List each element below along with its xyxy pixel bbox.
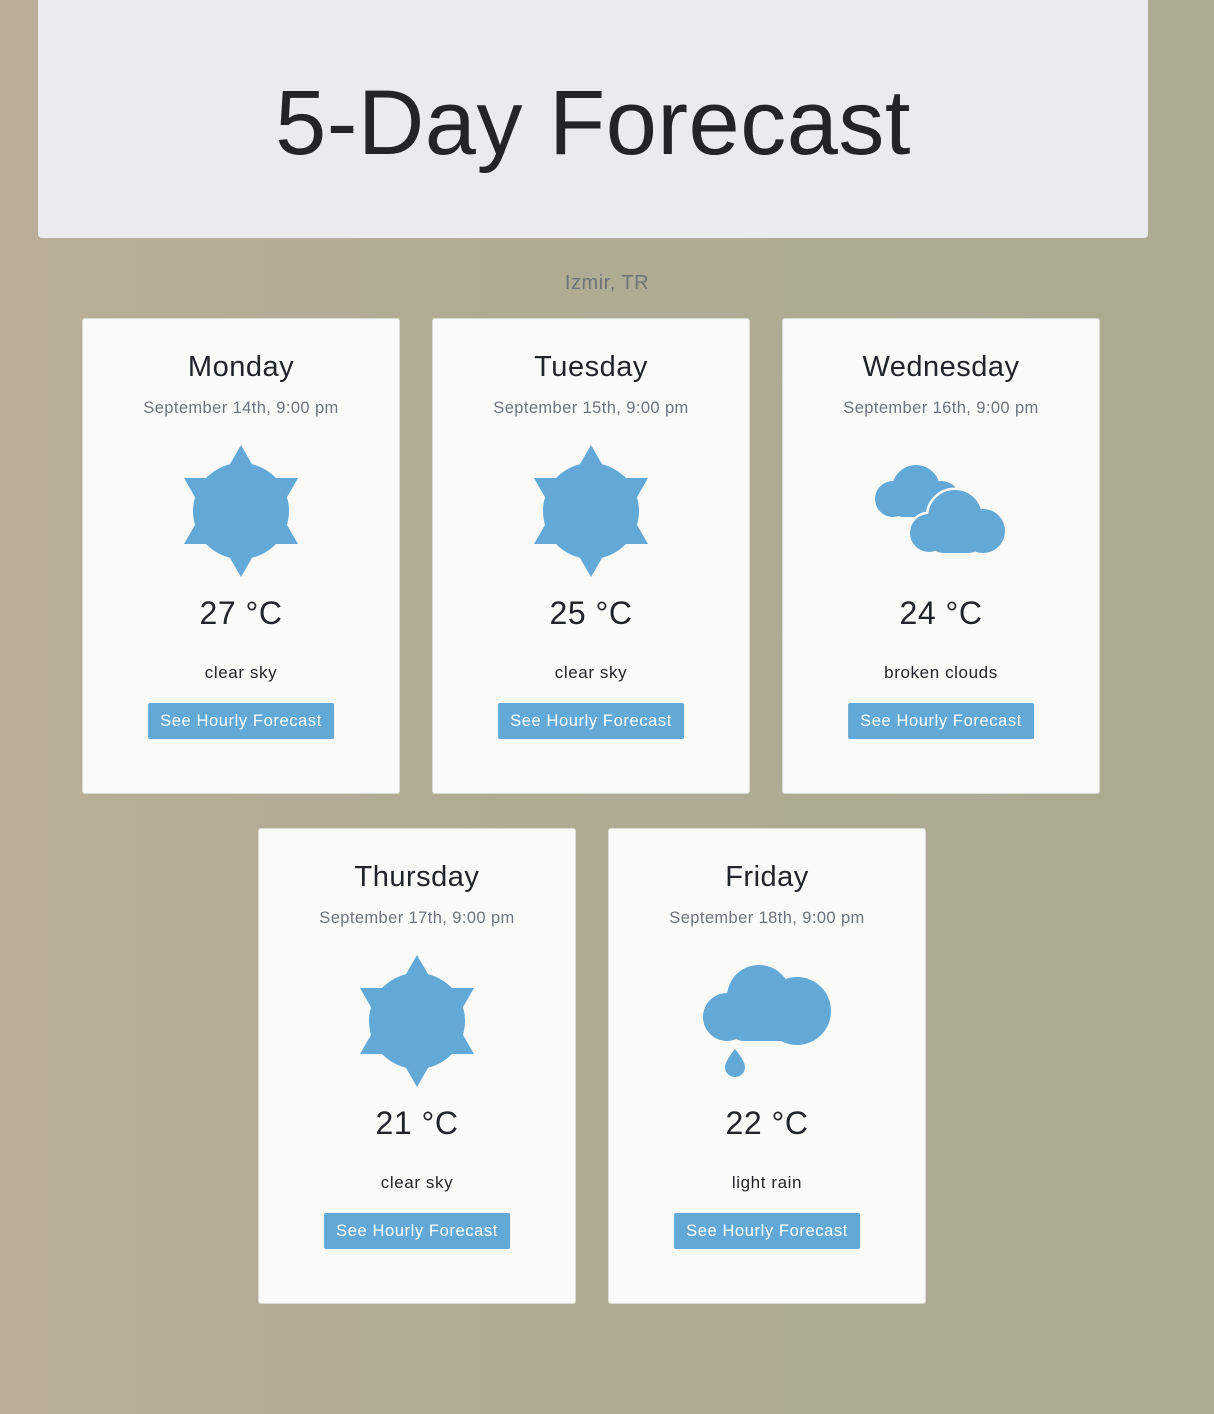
page-title: 5-Day Forecast: [275, 71, 911, 174]
card-description: broken clouds: [884, 663, 998, 682]
forecast-card-wednesday: Wednesday September 16th, 9:00 pm 24 °C …: [782, 318, 1100, 794]
card-temperature: 22 °C: [725, 1105, 809, 1141]
see-hourly-forecast-button[interactable]: See Hourly Forecast: [324, 1213, 510, 1249]
forecast-card-monday: Monday September 14th, 9:00 pm 27 °C cle…: [82, 318, 400, 794]
see-hourly-forecast-button[interactable]: See Hourly Forecast: [848, 703, 1034, 739]
card-date: September 18th, 9:00 pm: [669, 909, 865, 927]
card-description: light rain: [731, 1173, 803, 1192]
card-date: September 14th, 9:00 pm: [143, 399, 339, 417]
card-temperature: 25 °C: [549, 595, 633, 631]
card-date: September 16th, 9:00 pm: [843, 399, 1039, 417]
card-date: September 17th, 9:00 pm: [319, 909, 515, 927]
card-description: clear sky: [380, 1173, 454, 1192]
card-temperature: 27 °C: [199, 595, 283, 631]
location-label: Izmir, TR: [564, 272, 650, 294]
card-day: Tuesday: [534, 351, 648, 383]
card-date: September 15th, 9:00 pm: [493, 399, 689, 417]
card-description: clear sky: [554, 663, 628, 682]
card-description: clear sky: [204, 663, 278, 682]
rain-icon: [609, 951, 925, 1091]
see-hourly-forecast-button[interactable]: See Hourly Forecast: [148, 703, 334, 739]
sun-icon: [433, 441, 749, 581]
see-hourly-forecast-button[interactable]: See Hourly Forecast: [498, 703, 684, 739]
card-temperature: 21 °C: [375, 1105, 459, 1141]
card-day: Monday: [187, 351, 295, 383]
forecast-card-friday: Friday September 18th, 9:00 pm 22 °C lig…: [608, 828, 926, 1304]
card-temperature: 24 °C: [899, 595, 983, 631]
sun-icon: [83, 441, 399, 581]
forecast-card-thursday: Thursday September 17th, 9:00 pm 21 °C c…: [258, 828, 576, 1304]
card-day: Friday: [725, 861, 809, 893]
header-banner: 5-Day Forecast: [38, 0, 1148, 238]
card-day: Wednesday: [862, 351, 1020, 383]
see-hourly-forecast-button[interactable]: See Hourly Forecast: [674, 1213, 860, 1249]
card-day: Thursday: [354, 861, 480, 893]
forecast-card-tuesday: Tuesday September 15th, 9:00 pm 25 °C cl…: [432, 318, 750, 794]
cloudy-icon: [783, 441, 1099, 581]
sun-icon: [259, 951, 575, 1091]
